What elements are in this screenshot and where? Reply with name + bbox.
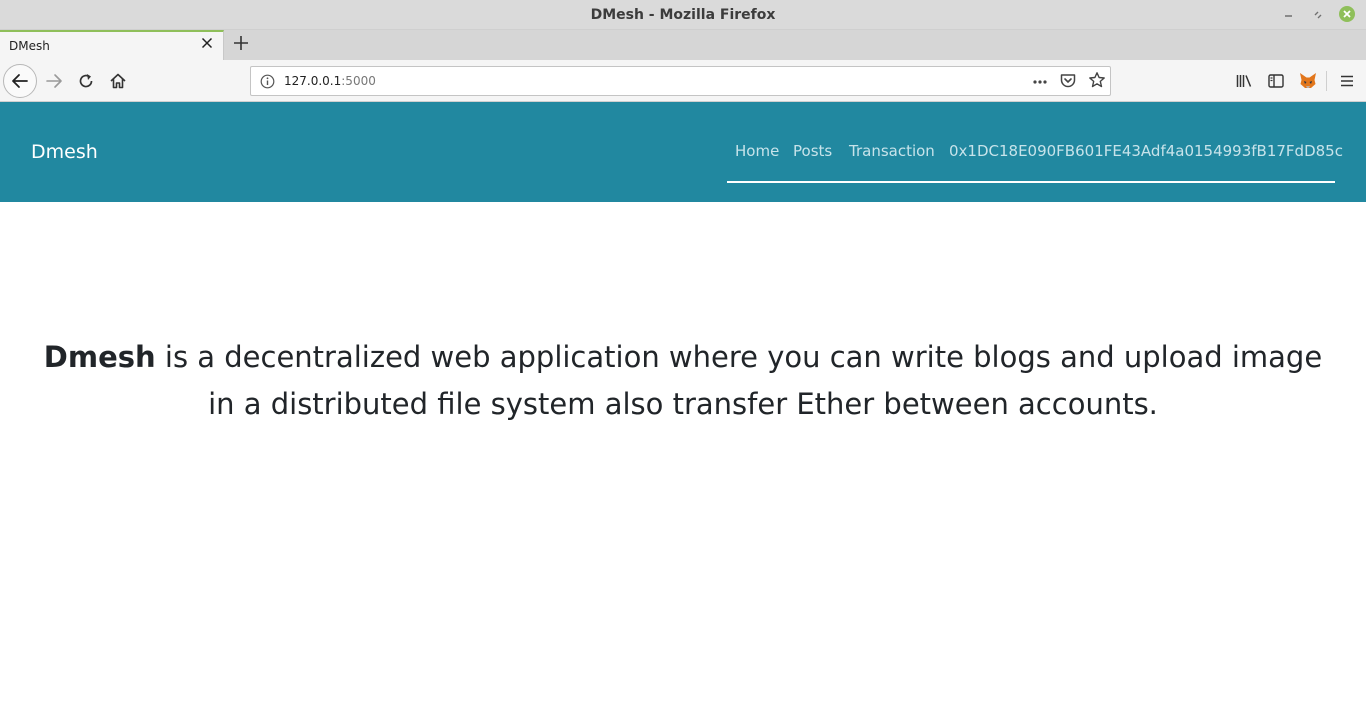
nav-link-transaction[interactable]: Transaction xyxy=(849,142,935,160)
bookmark-star-icon[interactable] xyxy=(1087,71,1107,91)
url-host: 127.0.0.1 xyxy=(284,74,342,88)
pocket-icon[interactable] xyxy=(1059,72,1077,90)
url-bar[interactable]: 127.0.0.1:5000 xyxy=(250,66,1111,96)
tab-dmesh[interactable]: DMesh xyxy=(0,30,224,60)
navigation-toolbar: 127.0.0.1:5000 xyxy=(0,60,1366,102)
hero-text: is a decentralized web application where… xyxy=(155,340,1323,421)
hero-description: Dmesh is a decentralized web application… xyxy=(30,334,1336,428)
url-text: 127.0.0.1:5000 xyxy=(284,74,376,88)
close-icon[interactable] xyxy=(199,36,215,54)
maximize-icon[interactable] xyxy=(1309,6,1327,24)
page-actions-icon[interactable] xyxy=(1031,73,1049,91)
home-icon[interactable] xyxy=(106,69,130,93)
new-tab-icon[interactable] xyxy=(230,33,252,55)
page-viewport: Dmesh Home Posts Transaction 0x1DC18E090… xyxy=(0,102,1366,728)
site-nav-links: Home Posts Transaction 0x1DC18E090FB601F… xyxy=(727,102,1343,183)
window-title: DMesh - Mozilla Firefox xyxy=(590,7,776,23)
nav-account-address[interactable]: 0x1DC18E090FB601FE43Adf4a0154993fB17FdD8… xyxy=(949,142,1343,160)
hero-brand: Dmesh xyxy=(43,340,156,374)
info-icon[interactable] xyxy=(260,74,275,89)
site-brand-link[interactable]: Dmesh xyxy=(31,141,98,163)
nav-link-home[interactable]: Home xyxy=(735,142,779,160)
tab-strip: DMesh xyxy=(0,30,1366,60)
window-titlebar: DMesh - Mozilla Firefox xyxy=(0,0,1366,30)
nav-link-posts[interactable]: Posts xyxy=(793,142,832,160)
url-port: :5000 xyxy=(341,74,376,88)
back-icon[interactable] xyxy=(3,64,37,98)
hamburger-menu-icon[interactable] xyxy=(1336,70,1358,92)
toolbar-separator xyxy=(1326,71,1327,91)
reload-icon[interactable] xyxy=(74,69,98,93)
tab-title: DMesh xyxy=(9,39,50,53)
window-close-icon[interactable] xyxy=(1339,6,1355,22)
sidebar-icon[interactable] xyxy=(1265,70,1287,92)
forward-icon[interactable] xyxy=(42,69,66,93)
site-navbar: Dmesh Home Posts Transaction 0x1DC18E090… xyxy=(0,102,1366,202)
metamask-fox-icon[interactable] xyxy=(1297,70,1319,92)
library-icon[interactable] xyxy=(1233,70,1255,92)
minimize-icon[interactable] xyxy=(1280,6,1298,24)
